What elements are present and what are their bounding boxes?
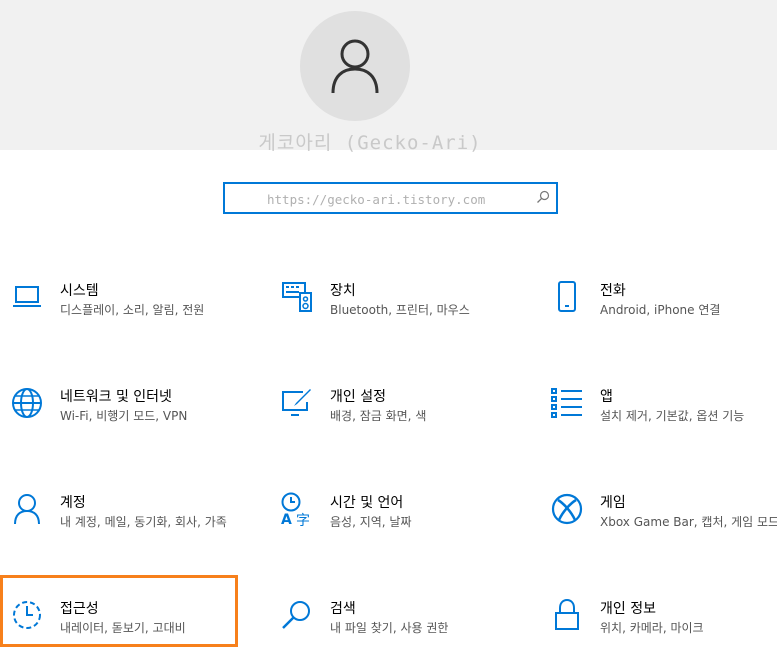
tile-devices[interactable]: 장치 Bluetooth, 프린터, 마우스 xyxy=(280,280,520,352)
tile-description: Android, iPhone 연결 xyxy=(600,303,721,317)
tile-description: 내 파일 찾기, 사용 권한 xyxy=(330,621,449,635)
tile-description: 배경, 잠금 화면, 색 xyxy=(330,409,427,423)
tile-description: 디스플레이, 소리, 알림, 전원 xyxy=(60,303,205,317)
tile-personalization[interactable]: 개인 설정 배경, 잠금 화면, 색 xyxy=(280,386,520,458)
tile-search[interactable]: 검색 내 파일 찾기, 사용 권한 xyxy=(280,598,520,670)
settings-search-box[interactable] xyxy=(223,182,558,214)
tile-accounts[interactable]: 계정 내 계정, 메일, 동기화, 회사, 가족 xyxy=(10,492,250,564)
tile-system[interactable]: 시스템 디스플레이, 소리, 알림, 전원 xyxy=(10,280,250,352)
devices-icon xyxy=(282,282,312,312)
tile-title: 앱 xyxy=(600,389,613,405)
tile-description: 내 계정, 메일, 동기화, 회사, 가족 xyxy=(60,515,227,529)
search-input[interactable] xyxy=(265,188,529,210)
tile-privacy[interactable]: 개인 정보 위치, 카메라, 마이크 xyxy=(550,598,777,670)
globe-icon xyxy=(12,388,42,418)
tile-title: 게임 xyxy=(600,495,626,511)
tile-network[interactable]: 네트워크 및 인터넷 Wi-Fi, 비행기 모드, VPN xyxy=(10,386,250,458)
tile-description: Xbox Game Bar, 캡처, 게임 모드 xyxy=(600,515,777,529)
apps-icon xyxy=(551,388,582,418)
tile-title: 계정 xyxy=(60,495,86,511)
search-icon[interactable] xyxy=(535,189,551,205)
phone-icon xyxy=(558,281,576,312)
tile-title: 장치 xyxy=(330,283,356,299)
person-icon xyxy=(331,39,379,94)
highlight-box xyxy=(0,575,238,647)
tile-title: 시스템 xyxy=(60,283,99,299)
tile-gaming[interactable]: 게임 Xbox Game Bar, 캡처, 게임 모드 xyxy=(550,492,777,564)
search-icon xyxy=(282,601,310,629)
tile-description: Bluetooth, 프린터, 마우스 xyxy=(330,303,470,317)
tile-title: 전화 xyxy=(600,283,626,299)
tile-description: 설치 제거, 기본값, 옵션 기능 xyxy=(600,409,745,423)
tile-time-language[interactable]: A 字 시간 및 언어 음성, 지역, 날짜 xyxy=(280,492,520,564)
tile-title: 검색 xyxy=(330,601,356,617)
user-name: 게코아리 (Gecko-Ari) xyxy=(258,132,482,154)
tile-title: 개인 정보 xyxy=(600,601,656,617)
tile-phone[interactable]: 전화 Android, iPhone 연결 xyxy=(550,280,777,352)
svg-text:A: A xyxy=(281,512,292,526)
xbox-icon xyxy=(551,493,583,525)
personalize-icon xyxy=(282,389,311,416)
svg-text:字: 字 xyxy=(296,513,310,526)
tile-title: 개인 설정 xyxy=(330,389,386,405)
laptop-icon xyxy=(13,286,41,307)
tile-description: 음성, 지역, 날짜 xyxy=(330,515,412,529)
tile-title: 네트워크 및 인터넷 xyxy=(60,389,172,405)
tile-apps[interactable]: 앱 설치 제거, 기본값, 옵션 기능 xyxy=(550,386,777,458)
lock-icon xyxy=(555,599,579,630)
user-avatar[interactable] xyxy=(300,11,410,121)
tile-description: 위치, 카메라, 마이크 xyxy=(600,621,704,635)
tile-description: Wi-Fi, 비행기 모드, VPN xyxy=(60,409,188,423)
tile-title: 시간 및 언어 xyxy=(330,495,404,511)
person-icon xyxy=(14,494,40,525)
time-language-icon: A 字 xyxy=(281,492,310,526)
